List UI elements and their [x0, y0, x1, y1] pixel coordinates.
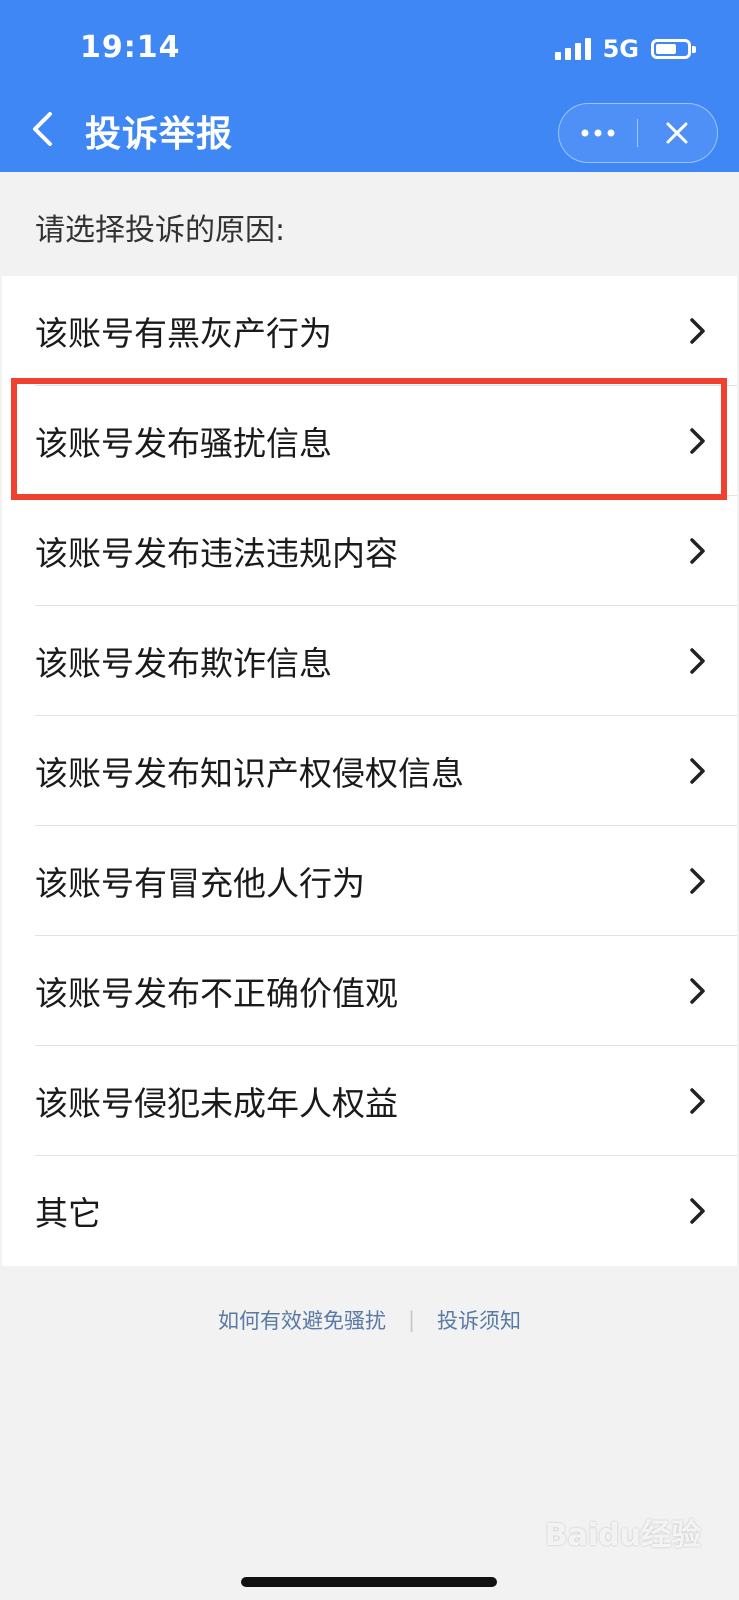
battery-level [656, 44, 677, 54]
chevron-right-icon [690, 648, 705, 674]
avoid-harassment-link[interactable]: 如何有效避免骚扰 [218, 1305, 386, 1335]
reason-label: 该账号有冒充他人行为 [35, 864, 365, 903]
reason-prompt: 请选择投诉的原因: [35, 213, 286, 248]
more-dots-icon [581, 129, 615, 137]
reason-label: 该账号侵犯未成年人权益 [35, 1084, 398, 1123]
watermark: Baidu经验 [544, 1518, 701, 1553]
close-button[interactable] [638, 104, 716, 162]
reason-item[interactable]: 该账号发布骚扰信息 [2, 386, 737, 496]
footer-links: 如何有效避免骚扰 | 投诉须知 [0, 1305, 739, 1335]
reason-item[interactable]: 该账号有冒充他人行为 [2, 826, 737, 936]
reason-item[interactable]: 该账号有黑灰产行为 [2, 276, 737, 386]
reason-list: 该账号有黑灰产行为 该账号发布骚扰信息 该账号发布违法违规内容 该账号发布欺诈信息 该账… [2, 276, 737, 1266]
reason-item[interactable]: 该账号发布不正确价值观 [2, 936, 737, 1046]
reason-item[interactable]: 其它 [2, 1156, 737, 1266]
chevron-right-icon [690, 428, 705, 454]
chevron-right-icon [690, 1088, 705, 1114]
reason-label: 该账号发布骚扰信息 [35, 424, 332, 463]
reason-label: 该账号发布知识产权侵权信息 [35, 754, 464, 793]
reason-label: 其它 [35, 1194, 101, 1233]
chevron-right-icon [690, 978, 705, 1004]
chevron-right-icon [690, 1198, 705, 1224]
reason-label: 该账号发布欺诈信息 [35, 644, 332, 683]
status-time: 19:14 [80, 30, 181, 65]
reason-item[interactable]: 该账号侵犯未成年人权益 [2, 1046, 737, 1156]
mini-program-capsule [558, 103, 718, 163]
reason-label: 该账号有黑灰产行为 [35, 314, 332, 353]
back-button[interactable] [22, 104, 62, 154]
more-button[interactable] [559, 104, 637, 162]
footer-separator: | [407, 1308, 416, 1332]
reason-item[interactable]: 该账号发布知识产权侵权信息 [2, 716, 737, 826]
top-bar: 19:14 5G 投诉举报 [0, 0, 739, 172]
signal-icon [554, 38, 591, 60]
home-indicator [241, 1577, 497, 1587]
chevron-left-icon [33, 112, 52, 146]
network-type: 5G [602, 35, 639, 63]
status-icons: 5G [554, 34, 696, 64]
reason-label: 该账号发布违法违规内容 [35, 534, 398, 573]
chevron-right-icon [690, 758, 705, 784]
chevron-right-icon [690, 538, 705, 564]
chevron-right-icon [690, 318, 705, 344]
complaint-notice-link[interactable]: 投诉须知 [437, 1305, 521, 1335]
reason-item[interactable]: 该账号发布违法违规内容 [2, 496, 737, 606]
reason-label: 该账号发布不正确价值观 [35, 974, 398, 1013]
reason-item[interactable]: 该账号发布欺诈信息 [2, 606, 737, 716]
page-title: 投诉举报 [85, 114, 234, 155]
battery-icon [651, 39, 696, 59]
close-icon [666, 122, 688, 144]
chevron-right-icon [690, 868, 705, 894]
